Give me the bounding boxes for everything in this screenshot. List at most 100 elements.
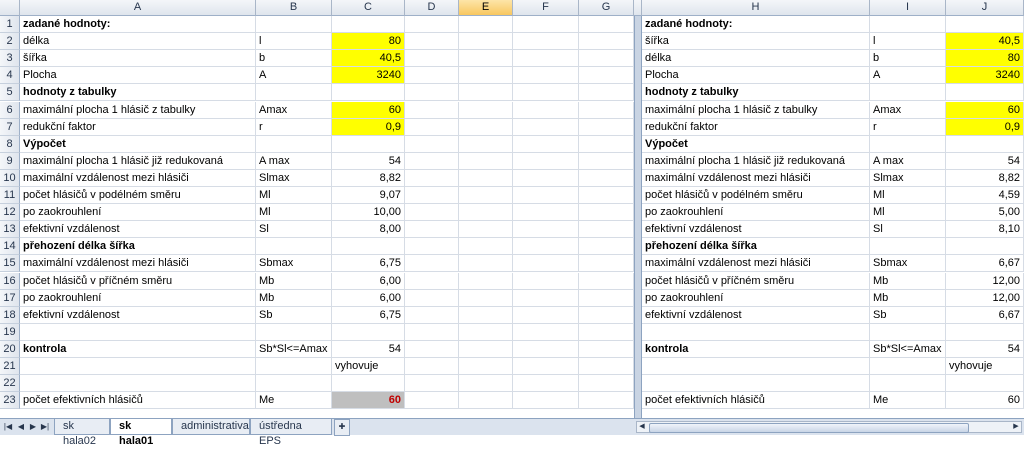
column-header-h[interactable]: H [642,0,870,16]
cell-a14[interactable]: přehození délka šířka [20,238,256,256]
cell-j1[interactable] [946,16,1024,34]
cell-c13[interactable]: 8,00 [332,221,405,239]
row-header[interactable]: 1 [0,16,20,34]
cell-f2[interactable] [513,33,579,51]
cell-g16[interactable] [579,272,634,290]
cell-d22[interactable] [405,375,459,393]
cell-a20[interactable]: kontrola [20,340,256,358]
cell-e18[interactable] [459,306,513,324]
cell-f12[interactable] [513,204,579,222]
cell-h6[interactable]: maximální plocha 1 hlásič z tabulky [642,101,870,119]
cell-b5[interactable] [256,84,332,102]
cell-i8[interactable] [870,135,946,153]
cell-j2[interactable]: 40,5 [946,33,1024,51]
cell-i12[interactable]: Ml [870,204,946,222]
cell-b17[interactable]: Mb [256,289,332,307]
cell-b1[interactable] [256,16,332,34]
cell-b15[interactable]: Sbmax [256,255,332,273]
split-pane-divider[interactable] [634,0,642,418]
cell-a23[interactable]: počet efektivních hlásičů [20,392,256,410]
cell-g19[interactable] [579,323,634,341]
cell-i18[interactable]: Sb [870,306,946,324]
cell-j18[interactable]: 6,67 [946,306,1024,324]
row-header[interactable]: 19 [0,323,20,341]
cell-a7[interactable]: redukční faktor [20,118,256,136]
cell-b6[interactable]: Amax [256,101,332,119]
cell-h2[interactable]: šířka [642,33,870,51]
cell-h11[interactable]: počet hlásičů v podélném směru [642,187,870,205]
cell-j23[interactable]: 60 [946,392,1024,410]
cell-i11[interactable]: Ml [870,187,946,205]
row-header[interactable]: 10 [0,169,20,187]
cell-d1[interactable] [405,16,459,34]
cell-f9[interactable] [513,152,579,170]
cell-c15[interactable]: 6,75 [332,255,405,273]
cell-b11[interactable]: Ml [256,187,332,205]
sheet-tab[interactable]: sk hala02 [54,419,110,447]
cell-i3[interactable]: b [870,50,946,68]
cell-e3[interactable] [459,50,513,68]
row-header[interactable]: 21 [0,358,20,376]
cell-i16[interactable]: Mb [870,272,946,290]
cell-j3[interactable]: 80 [946,50,1024,68]
row-header[interactable]: 4 [0,67,20,85]
row-header[interactable]: 11 [0,187,20,205]
scroll-left-icon[interactable]: ◀ [637,422,647,432]
cell-h10[interactable]: maximální vzdálenost mezi hlásiči [642,169,870,187]
cell-f6[interactable] [513,101,579,119]
cell-e8[interactable] [459,135,513,153]
cell-c22[interactable] [332,375,405,393]
cell-f23[interactable] [513,392,579,410]
cell-c23[interactable]: 60 [332,392,405,410]
cell-a8[interactable]: Výpočet [20,135,256,153]
column-header-e[interactable]: E [459,0,513,16]
cell-h8[interactable]: Výpočet [642,135,870,153]
cell-d20[interactable] [405,340,459,358]
row-header[interactable]: 23 [0,392,20,410]
cell-h16[interactable]: počet hlásičů v příčném směru [642,272,870,290]
cell-c7[interactable]: 0,9 [332,118,405,136]
cell-i17[interactable]: Mb [870,289,946,307]
column-header-i[interactable]: I [870,0,946,16]
sheet-tab[interactable]: sk hala01 [110,419,172,447]
cell-a13[interactable]: efektivní vzdálenost [20,221,256,239]
column-header-b[interactable]: B [256,0,332,16]
cell-b20[interactable]: Sb*Sl<=Amax [256,340,332,358]
cell-a18[interactable]: efektivní vzdálenost [20,306,256,324]
cell-d8[interactable] [405,135,459,153]
cell-g8[interactable] [579,135,634,153]
cell-e6[interactable] [459,101,513,119]
cell-g11[interactable] [579,187,634,205]
cell-d9[interactable] [405,152,459,170]
cell-h14[interactable]: přehození délka šířka [642,238,870,256]
cell-j11[interactable]: 4,59 [946,187,1024,205]
cell-c9[interactable]: 54 [332,152,405,170]
cell-a6[interactable]: maximální plocha 1 hlásič z tabulky [20,101,256,119]
cell-c5[interactable] [332,84,405,102]
cell-i5[interactable] [870,84,946,102]
cell-f13[interactable] [513,221,579,239]
cell-b4[interactable]: A [256,67,332,85]
cell-a21[interactable] [20,358,256,376]
cell-a4[interactable]: Plocha [20,67,256,85]
cell-d13[interactable] [405,221,459,239]
cell-g14[interactable] [579,238,634,256]
row-header[interactable]: 16 [0,272,20,290]
row-header[interactable]: 8 [0,135,20,153]
cell-g22[interactable] [579,375,634,393]
row-header[interactable]: 22 [0,375,20,393]
sheet-tab[interactable]: ústředna EPS [250,419,332,447]
row-header[interactable]: 13 [0,221,20,239]
cell-g2[interactable] [579,33,634,51]
cell-b7[interactable]: r [256,118,332,136]
cell-j21[interactable]: vyhovuje [946,358,1024,376]
cell-c20[interactable]: 54 [332,340,405,358]
cell-i22[interactable] [870,375,946,393]
column-header-g[interactable]: G [579,0,634,16]
cell-b14[interactable] [256,238,332,256]
cell-g10[interactable] [579,169,634,187]
cell-j7[interactable]: 0,9 [946,118,1024,136]
cell-c4[interactable]: 3240 [332,67,405,85]
cell-e5[interactable] [459,84,513,102]
row-header[interactable]: 2 [0,33,20,51]
